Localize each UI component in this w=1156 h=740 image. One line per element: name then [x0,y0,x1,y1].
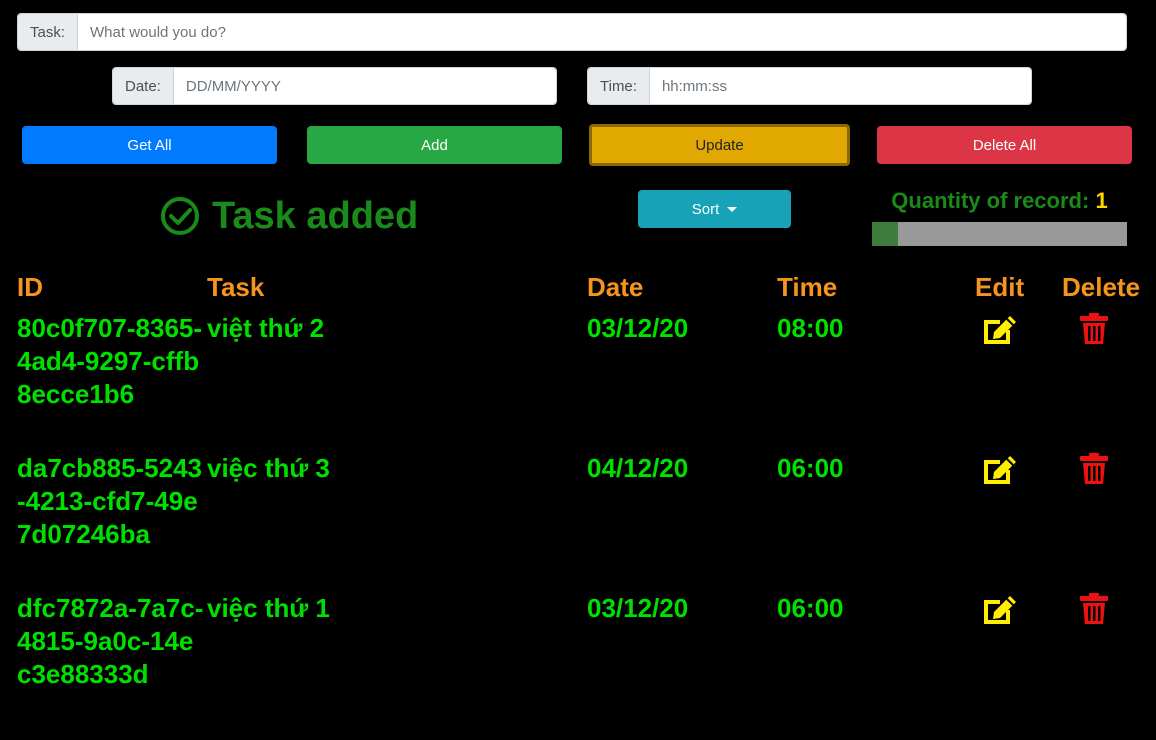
table-row: da7cb885-5243-4213-cfd7-49e7d07246ba việ… [0,452,1156,592]
header-date: Date [587,272,644,302]
sort-dropdown-button[interactable]: Sort [638,190,791,228]
get-all-button[interactable]: Get All [22,126,277,164]
date-input-group: Date: [112,67,557,105]
row-id: 80c0f707-8365-4ad4-9297-cffb8ecce1b6 [17,313,203,409]
date-label: Date: [113,68,174,104]
row-time: 08:00 [777,313,844,343]
row-task: việt thứ 2 [207,313,325,343]
task-input[interactable] [78,14,1126,50]
sort-label: Sort [691,200,720,218]
time-input-group: Time: [587,67,1032,105]
quantity-progress-bar [872,222,1127,246]
header-delete: Delete [1062,272,1141,302]
row-date: 04/12/20 [587,453,689,483]
task-input-group: Task: [17,13,1127,51]
header-task: Task [207,272,265,302]
task-label: Task: [18,14,79,50]
caret-down-icon [727,206,738,212]
table-row: 80c0f707-8365-4ad4-9297-cffb8ecce1b6 việ… [0,312,1156,452]
row-date: 03/12/20 [587,593,689,623]
update-button[interactable]: Update [589,124,850,166]
row-time: 06:00 [777,453,844,483]
status-message: Task added [160,194,418,238]
delete-all-button[interactable]: Delete All [877,126,1132,164]
row-time: 06:00 [777,593,844,623]
edit-icon[interactable] [980,592,1020,626]
date-input[interactable] [173,68,556,104]
trash-icon[interactable] [1078,312,1118,346]
time-label: Time: [588,68,650,104]
time-input[interactable] [649,68,1031,104]
header-id: ID [17,272,43,302]
trash-icon[interactable] [1078,592,1118,626]
header-time: Time [777,272,838,302]
add-button[interactable]: Add [307,126,562,164]
status-text: Task added [212,194,419,237]
table-row: dfc7872a-7a7c-4815-9a0c-14ec3e88333d việ… [0,592,1156,732]
row-id: dfc7872a-7a7c-4815-9a0c-14ec3e88333d [17,593,204,689]
quantity-value: 1 [1095,188,1108,213]
row-id: da7cb885-5243-4213-cfd7-49e7d07246ba [17,453,203,549]
quantity-of-record: Quantity of record: 1 [872,188,1127,214]
edit-icon[interactable] [980,312,1020,346]
trash-icon[interactable] [1078,452,1118,486]
quantity-label: Quantity of record: [891,188,1090,213]
row-task: việc thứ 3 [207,453,330,483]
row-task: việc thứ 1 [207,593,330,623]
check-circle-icon [161,197,199,235]
edit-icon[interactable] [980,452,1020,486]
progress-fill [872,222,898,246]
row-date: 03/12/20 [587,313,689,343]
header-edit: Edit [975,272,1025,302]
